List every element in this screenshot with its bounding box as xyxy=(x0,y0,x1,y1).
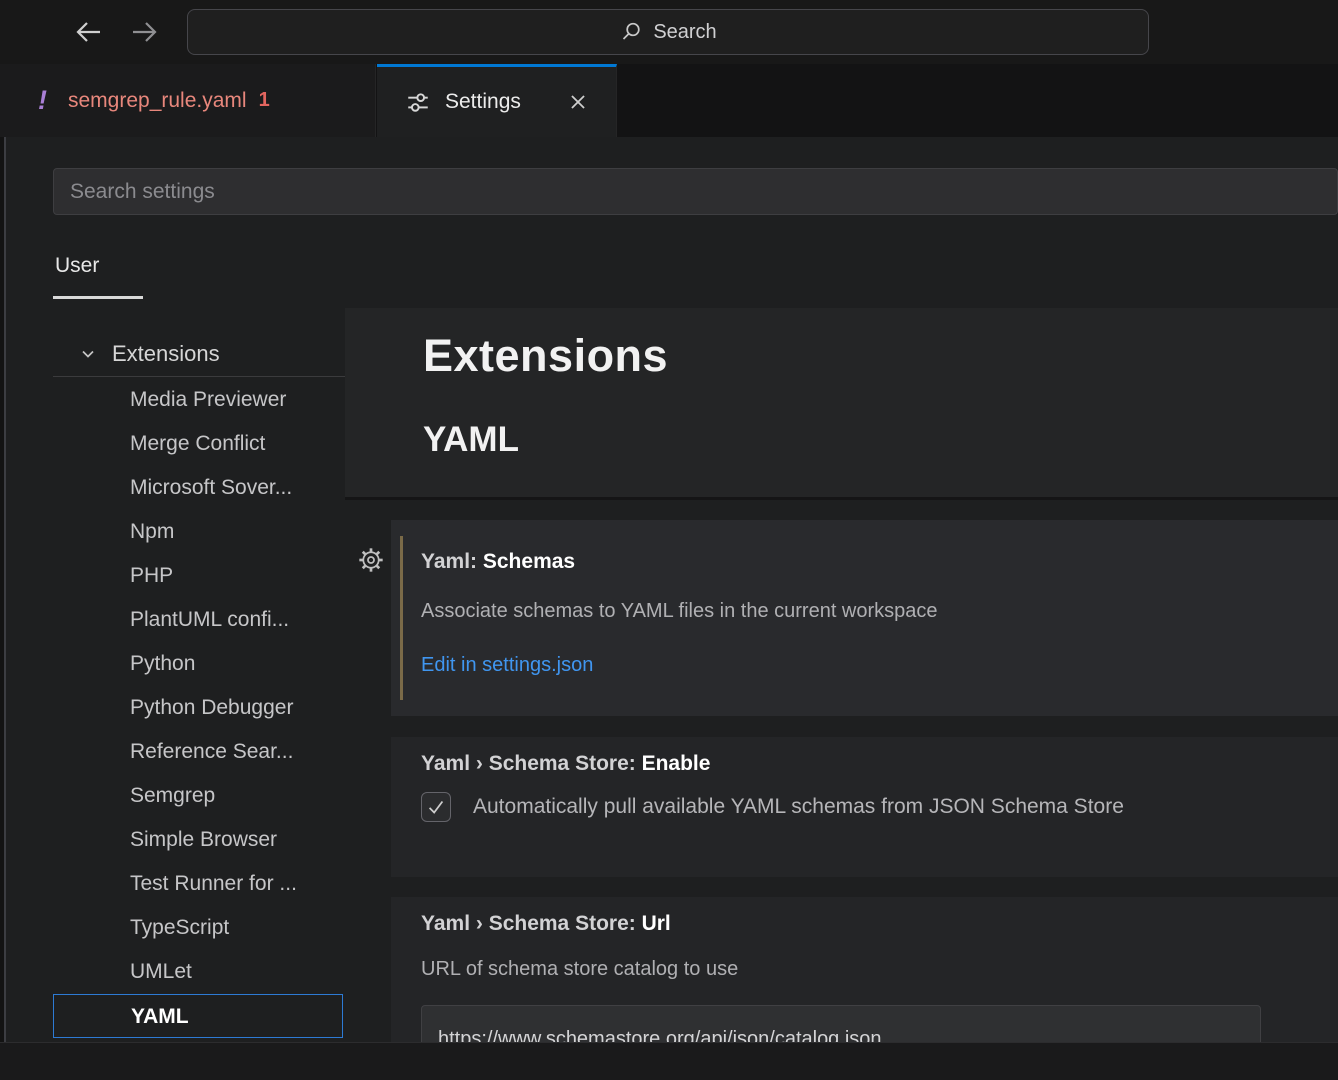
tab-semgrep-rule-yaml[interactable]: ! semgrep_rule.yaml 1 xyxy=(0,64,376,137)
yaml-file-icon: ! xyxy=(38,85,64,116)
toc-root-extensions[interactable]: Extensions xyxy=(0,332,345,376)
setting-row-schema-store-url: Yaml › Schema Store: Url URL of schema s… xyxy=(391,897,1338,1042)
chevron-down-icon xyxy=(78,344,98,364)
window-bottom-strip xyxy=(0,1042,1338,1080)
toc-root-label: Extensions xyxy=(112,341,220,367)
toc-children: Media PreviewerMerge ConflictMicrosoft S… xyxy=(0,378,345,1038)
search-settings-input[interactable] xyxy=(53,168,1338,215)
subcategory-heading: YAML xyxy=(423,420,519,460)
schema-store-url-input[interactable] xyxy=(421,1005,1261,1042)
setting-title-emph: Schemas xyxy=(483,550,575,573)
title-bar: Search xyxy=(0,0,1338,64)
category-heading: Extensions xyxy=(423,330,668,382)
toc-item-merge-conflict[interactable]: Merge Conflict xyxy=(0,422,345,466)
tab-problems-badge: 1 xyxy=(259,89,270,112)
toc-tree: Extensions Media PreviewerMerge Conflict… xyxy=(0,332,345,1038)
setting-title-emph: Enable xyxy=(642,752,711,775)
setting-title: Yaml › Schema Store: Url xyxy=(421,912,671,936)
tab-file-name: semgrep_rule.yaml xyxy=(68,89,247,113)
forward-arrow-icon xyxy=(128,17,160,47)
toc-item-npm[interactable]: Npm xyxy=(0,510,345,554)
tab-bar: ! semgrep_rule.yaml 1 Settings xyxy=(0,64,1338,137)
setting-row-yaml-schemas: Yaml: Schemas Associate schemas to YAML … xyxy=(391,520,1338,716)
setting-title-prefix: Yaml › Schema Store: xyxy=(421,752,642,775)
tab-settings[interactable]: Settings xyxy=(377,64,617,137)
schema-store-enable-checkbox[interactable] xyxy=(421,792,451,822)
toc-item-simple-browser[interactable]: Simple Browser xyxy=(0,818,345,862)
settings-tab-label: Settings xyxy=(445,90,521,114)
back-arrow-icon xyxy=(73,17,105,47)
toc-item-plantuml-confi[interactable]: PlantUML confi... xyxy=(0,598,345,642)
close-tab-button[interactable] xyxy=(564,88,592,116)
setting-title-emph: Url xyxy=(642,912,671,935)
toc-item-test-runner-for[interactable]: Test Runner for ... xyxy=(0,862,345,906)
setting-title: Yaml › Schema Store: Enable xyxy=(421,752,710,776)
checkmark-icon xyxy=(425,796,447,818)
back-button[interactable] xyxy=(72,17,106,47)
setting-gear-icon[interactable] xyxy=(357,546,385,574)
command-center-search[interactable]: Search xyxy=(187,9,1149,55)
edit-in-settings-json-link[interactable]: Edit in settings.json xyxy=(421,654,593,677)
setting-description: URL of schema store catalog to use xyxy=(421,958,738,981)
close-icon xyxy=(567,91,589,113)
search-icon xyxy=(619,20,643,44)
setting-title-prefix: Yaml: xyxy=(421,550,483,573)
modified-indicator-bar xyxy=(400,536,403,700)
settings-editor: User Extensions YAML Extensions Media Pr… xyxy=(0,137,1338,1042)
nav-arrows xyxy=(72,17,161,47)
setting-row-schema-store-enable: Yaml › Schema Store: Enable Automaticall… xyxy=(391,737,1338,877)
command-center-label: Search xyxy=(653,21,716,44)
toc-item-semgrep[interactable]: Semgrep xyxy=(0,774,345,818)
setting-title: Yaml: Schemas xyxy=(421,550,575,574)
forward-button[interactable] xyxy=(127,17,161,47)
vscode-window: Search ! semgrep_rule.yaml 1 Settings xyxy=(0,0,1338,1080)
settings-list: Yaml: Schemas Associate schemas to YAML … xyxy=(345,500,1338,1042)
active-scope-underline xyxy=(53,296,143,299)
toc-item-python-debugger[interactable]: Python Debugger xyxy=(0,686,345,730)
toc-item-reference-sear[interactable]: Reference Sear... xyxy=(0,730,345,774)
setting-description: Associate schemas to YAML files in the c… xyxy=(421,600,938,623)
checkbox-label[interactable]: Automatically pull available YAML schema… xyxy=(473,795,1124,819)
content-header: Extensions YAML xyxy=(345,308,1338,497)
toc-item-php[interactable]: PHP xyxy=(0,554,345,598)
settings-sliders-icon xyxy=(405,89,431,115)
setting-title-prefix: Yaml › Schema Store: xyxy=(421,912,642,935)
toc-item-media-previewer[interactable]: Media Previewer xyxy=(0,378,345,422)
toc-item-typescript[interactable]: TypeScript xyxy=(0,906,345,950)
toc-item-microsoft-sover[interactable]: Microsoft Sover... xyxy=(0,466,345,510)
toc-item-python[interactable]: Python xyxy=(0,642,345,686)
toc-item-umlet[interactable]: UMLet xyxy=(0,950,345,994)
toc-item-yaml[interactable]: YAML xyxy=(53,994,343,1038)
scope-tab-user[interactable]: User xyxy=(55,254,99,278)
toc-divider xyxy=(53,376,345,377)
